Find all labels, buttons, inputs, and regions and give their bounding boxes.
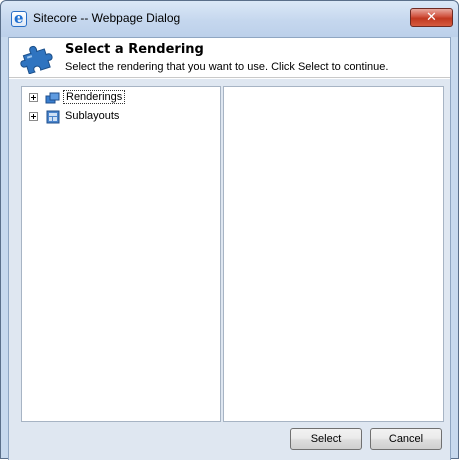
tree-item-sublayouts[interactable]: Sublayouts [22,109,218,127]
select-button[interactable]: Select [290,428,362,450]
close-button[interactable]: ✕ [410,8,453,27]
sublayouts-folder-icon [46,110,60,124]
dialog-body: Renderings Sublayouts Select Cancel [9,79,450,460]
tree-item-label[interactable]: Renderings [63,90,126,104]
preview-pane [223,86,444,422]
dialog-window: Sitecore -- Webpage Dialog ✕ Select a Re… [0,0,459,460]
puzzle-piece-icon [20,45,53,74]
rendering-tree[interactable]: Renderings Sublayouts [21,86,221,422]
cancel-button[interactable]: Cancel [370,428,442,450]
dialog-header: Select a Rendering Select the rendering … [9,38,450,78]
expand-plus-icon[interactable] [29,93,38,102]
close-icon: ✕ [426,10,437,25]
renderings-folder-icon [45,92,60,104]
internet-explorer-icon [11,9,27,27]
title-bar[interactable]: Sitecore -- Webpage Dialog ✕ [1,1,458,37]
expand-plus-icon[interactable] [29,112,38,121]
dialog-client-area: Select a Rendering Select the rendering … [8,37,451,460]
dialog-heading: Select a Rendering [65,42,204,57]
tree-item-renderings[interactable]: Renderings [22,90,218,108]
tree-item-label[interactable]: Sublayouts [63,110,121,122]
window-title: Sitecore -- Webpage Dialog [33,11,181,25]
dialog-instructions: Select the rendering that you want to us… [65,61,389,73]
